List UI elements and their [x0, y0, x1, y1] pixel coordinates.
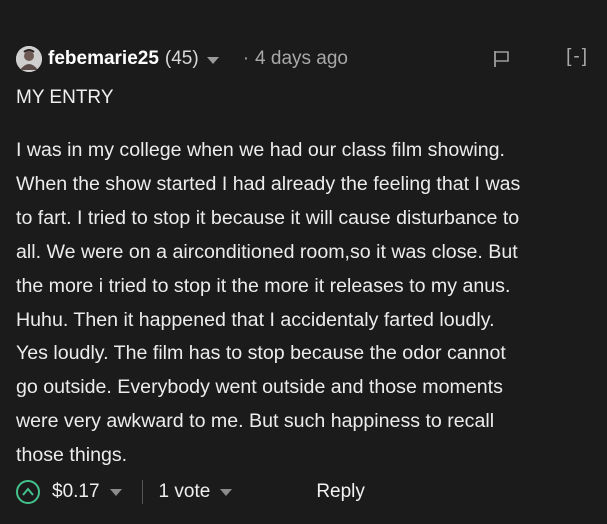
- body-line: were very awkward to me. But such happin…: [16, 410, 495, 433]
- body-line: Yes loudly. The film has to stop because…: [16, 342, 506, 365]
- timestamp[interactable]: 4 days ago: [255, 48, 348, 70]
- separator-dot: ·: [242, 48, 250, 69]
- body-line: Huhu. Then it happened that I accidental…: [16, 308, 495, 331]
- body-line: I was in my college when we had our clas…: [16, 139, 505, 161]
- comment-header: febemarie25 (45) · 4 days ago [-]: [16, 44, 591, 74]
- reply-button[interactable]: Reply: [316, 481, 365, 503]
- body-line: to fart. I tried to stop it because it w…: [16, 206, 520, 229]
- body-line: all. We were on a airconditioned room,so…: [16, 240, 518, 263]
- comment-footer: $0.17 1 vote Reply: [16, 476, 591, 508]
- comment: febemarie25 (45) · 4 days ago [-] MY ENT…: [0, 0, 607, 524]
- author-reputation: (45): [164, 48, 199, 69]
- payout-value[interactable]: $0.17: [52, 481, 100, 503]
- body-line: those things.: [16, 444, 128, 467]
- comment-title: MY ENTRY: [16, 87, 114, 108]
- chevron-down-icon[interactable]: [206, 56, 219, 64]
- comment-body: I was in my college when we had our clas…: [16, 134, 596, 473]
- upvote-icon[interactable]: [16, 480, 40, 504]
- body-line: the more i tried to stop it the more it …: [16, 274, 511, 297]
- author-name[interactable]: febemarie25: [48, 48, 159, 70]
- collapse-button[interactable]: [-]: [566, 46, 589, 68]
- divider: [141, 480, 143, 504]
- chevron-down-icon[interactable]: [220, 488, 233, 496]
- body-line: When the show started I had already the …: [16, 172, 521, 195]
- body-line: go outside. Everybody went outside and t…: [16, 376, 503, 399]
- votes-count[interactable]: 1 vote: [159, 481, 211, 503]
- flag-icon[interactable]: [493, 50, 511, 68]
- avatar[interactable]: [16, 46, 42, 72]
- chevron-down-icon[interactable]: [109, 488, 122, 496]
